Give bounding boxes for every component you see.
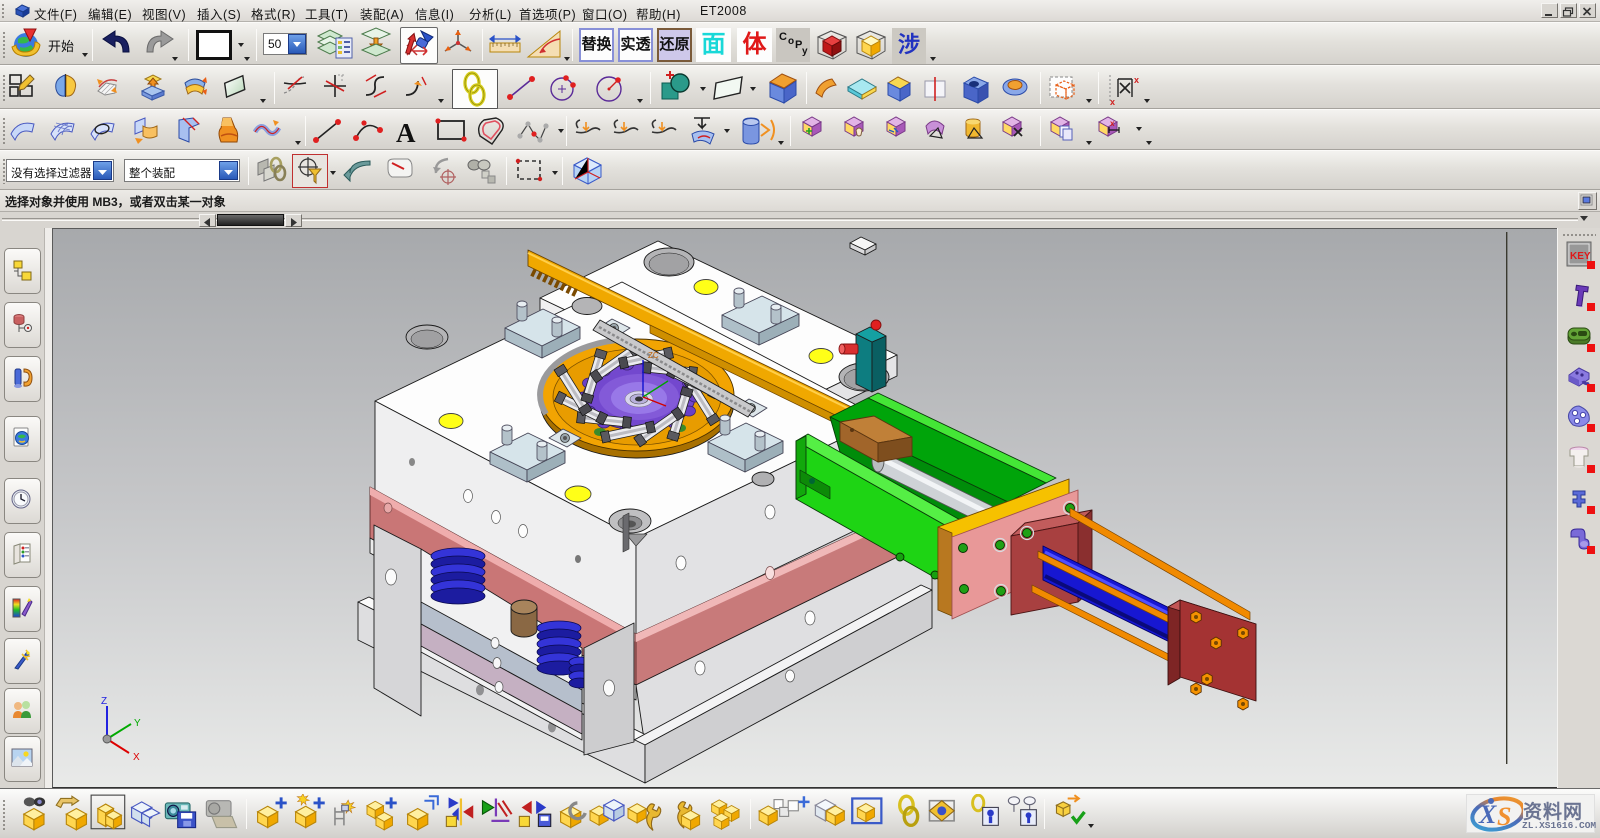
svg-text:x: x <box>1110 119 1115 128</box>
svg-text:ZC: ZC <box>648 351 659 360</box>
svg-text:o: o <box>788 36 794 47</box>
svg-text:X: X <box>133 752 140 763</box>
svg-text:Y: Y <box>134 718 141 729</box>
svg-text:x: x <box>1134 75 1139 85</box>
svg-text:X: X <box>1478 800 1497 829</box>
svg-text:y: y <box>802 46 808 57</box>
svg-text:x: x <box>1110 97 1115 107</box>
svg-text:Z: Z <box>101 696 107 707</box>
svg-text:C: C <box>779 31 787 43</box>
svg-text:S: S <box>1497 802 1511 831</box>
